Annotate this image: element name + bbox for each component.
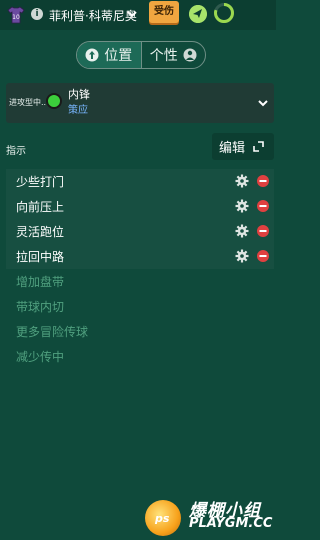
send-icon[interactable] <box>189 5 207 23</box>
instruction-label: 增加盘带 <box>16 275 65 289</box>
instruction-item-active[interactable]: 向前压上 <box>6 194 274 219</box>
instruction-label: 向前压上 <box>16 200 65 214</box>
svg-text:10: 10 <box>12 14 20 21</box>
top-bar: 10 i 菲利普·科蒂尼奥 受伤 <box>0 0 276 30</box>
instruction-item-available[interactable]: 更多冒险传球 <box>6 319 274 344</box>
tab-position-label: 位置 <box>104 48 133 64</box>
remove-icon[interactable] <box>257 225 269 237</box>
gear-icon[interactable] <box>235 249 249 263</box>
tab-personality[interactable]: 个性 <box>142 42 206 68</box>
instruction-label: 拉回中路 <box>16 250 65 264</box>
logo-badge-text: ps <box>155 512 170 525</box>
role-name: 进攻型中... <box>9 98 49 107</box>
gear-icon[interactable] <box>235 224 249 238</box>
instruction-item-available[interactable]: 减少传中 <box>6 344 274 369</box>
upload-arrow-icon <box>85 48 99 62</box>
shirt-icon: 10 <box>7 6 25 24</box>
condition-ring-icon <box>214 3 234 23</box>
instruction-label: 减少传中 <box>16 350 65 364</box>
instruction-label: 少些打门 <box>16 175 65 189</box>
instructions-title: 指示 <box>6 146 26 157</box>
instruction-list: 少些打门 向前压上 灵活跑位 拉回中路 增加盘带 带球内切 更多冒险传球 减少传… <box>6 169 274 369</box>
injury-badge[interactable]: 受伤 <box>149 1 179 23</box>
gear-icon[interactable] <box>235 199 249 213</box>
position-label: 内锋 <box>68 88 90 101</box>
tab-bar: 位置 个性 <box>76 41 206 69</box>
logo-en-text: PLAYGM.CC <box>189 516 273 531</box>
watermark-logo: ps 爆棚小组 PLAYGM.CC <box>141 492 272 536</box>
remove-icon[interactable] <box>257 250 269 262</box>
instruction-item-active[interactable]: 灵活跑位 <box>6 219 274 244</box>
chevron-down-icon[interactable] <box>126 9 138 19</box>
tab-personality-label: 个性 <box>149 48 178 64</box>
instruction-label: 灵活跑位 <box>16 225 65 239</box>
player-name[interactable]: 菲利普·科蒂尼奥 <box>49 7 137 24</box>
edit-button[interactable]: 编辑 <box>212 133 274 160</box>
remove-icon[interactable] <box>257 175 269 187</box>
duty-indicator <box>46 93 62 109</box>
gear-icon[interactable] <box>235 174 249 188</box>
instruction-item-active[interactable]: 拉回中路 <box>6 244 274 269</box>
expand-icon <box>253 141 264 152</box>
edit-label: 编辑 <box>219 141 246 156</box>
mentality-label: 策应 <box>68 105 88 116</box>
instruction-label: 带球内切 <box>16 300 65 314</box>
instruction-item-available[interactable]: 带球内切 <box>6 294 274 319</box>
tab-position[interactable]: 位置 <box>77 42 141 68</box>
chevron-down-icon[interactable] <box>257 98 269 108</box>
instruction-item-active[interactable]: 少些打门 <box>6 169 274 194</box>
instruction-item-available[interactable]: 增加盘带 <box>6 269 274 294</box>
role-selector[interactable]: 进攻型中... 内锋 策应 <box>6 83 274 123</box>
remove-icon[interactable] <box>257 200 269 212</box>
info-icon[interactable]: i <box>31 8 43 20</box>
person-icon <box>183 48 197 62</box>
instruction-label: 更多冒险传球 <box>16 325 89 339</box>
